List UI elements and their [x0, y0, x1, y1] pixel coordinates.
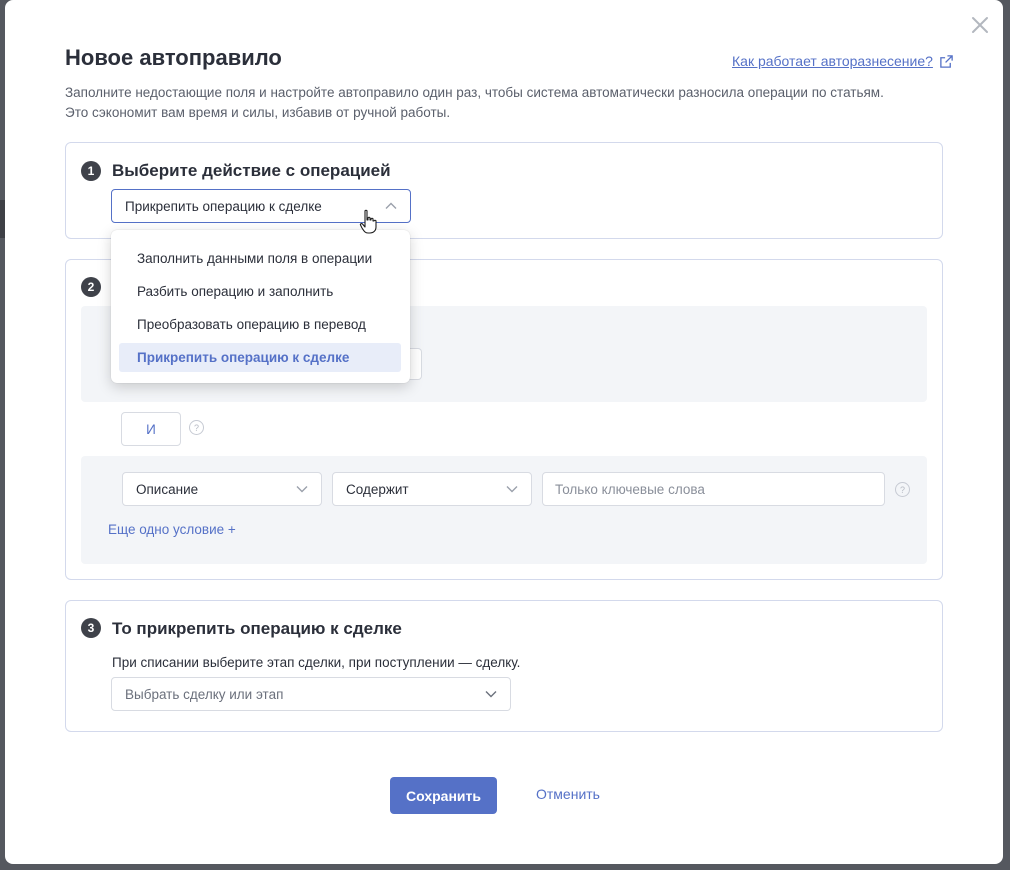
- dropdown-option-split[interactable]: Разбить операцию и заполнить: [119, 277, 401, 306]
- section-deal-title: То прикрепить операцию к сделке: [112, 619, 402, 638]
- deal-stage-placeholder: Выбрать сделку или этап: [125, 686, 284, 702]
- chevron-down-icon: [506, 486, 518, 493]
- help-link[interactable]: Как работает авторазнесение?: [732, 53, 954, 69]
- deal-stage-select[interactable]: Выбрать сделку или этап: [111, 677, 511, 711]
- step-badge-3: 3: [81, 618, 101, 638]
- close-button[interactable]: [969, 14, 991, 36]
- modal-description: Заполните недостающие поля и настройте а…: [65, 85, 884, 120]
- dropdown-option-attach-deal[interactable]: Прикрепить операцию к сделке: [119, 343, 401, 372]
- dropdown-option-transfer[interactable]: Преобразовать операцию в перевод: [119, 310, 401, 339]
- condition-field-value: Описание: [136, 481, 199, 497]
- add-condition-link[interactable]: Еще одно условие +: [108, 522, 236, 537]
- close-icon: [972, 17, 988, 33]
- action-dropdown-menu: Заполнить данными поля в операции Разбит…: [111, 230, 410, 383]
- condition-operator-select[interactable]: Содержит: [332, 472, 532, 506]
- help-link-label: Как работает авторазнесение?: [732, 53, 933, 69]
- hand-pointer-icon: [359, 209, 377, 234]
- save-button[interactable]: Сохранить: [390, 777, 497, 814]
- condition-operator-value: Содержит: [346, 481, 409, 497]
- external-link-icon: [940, 54, 953, 68]
- modal-title: Новое автоправило: [65, 45, 282, 70]
- and-help-icon[interactable]: ?: [189, 420, 204, 435]
- new-autorule-modal: Новое автоправило Как работает авторазне…: [5, 0, 1003, 864]
- section-deal-hint: При списании выберите этап сделки, при п…: [112, 655, 521, 670]
- cancel-button[interactable]: Отменить: [536, 786, 600, 802]
- action-select-value: Прикрепить операцию к сделке: [125, 198, 322, 214]
- chevron-down-icon: [485, 691, 497, 698]
- keywords-input[interactable]: [542, 472, 885, 506]
- section-action: 1 Выберите действие с операцией Прикрепи…: [65, 142, 943, 239]
- section-action-title: Выберите действие с операцией: [112, 161, 391, 180]
- keywords-help-icon[interactable]: ?: [895, 482, 910, 497]
- step-badge-2: 2: [81, 277, 101, 297]
- chevron-down-icon: [296, 486, 308, 493]
- step-badge-1: 1: [81, 161, 101, 181]
- and-operator-button[interactable]: И: [121, 412, 181, 446]
- dropdown-option-fill-fields[interactable]: Заполнить данными поля в операции: [119, 244, 401, 273]
- section-deal: 3 То прикрепить операцию к сделке При сп…: [65, 600, 943, 732]
- condition-field-select[interactable]: Описание: [122, 472, 322, 506]
- chevron-up-icon: [385, 202, 397, 209]
